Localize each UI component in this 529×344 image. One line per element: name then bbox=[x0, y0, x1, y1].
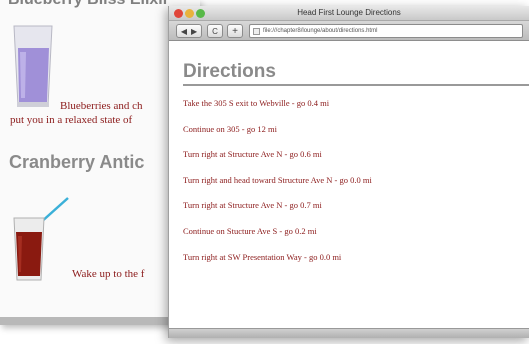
browser-toolbar: ◀ ▶ C + file:///chapter8/lounge/about/di… bbox=[169, 21, 529, 41]
back-forward-buttons[interactable]: ◀ ▶ bbox=[176, 24, 202, 38]
page-file-icon bbox=[253, 28, 260, 35]
cranberry-heading: Cranberry Antic bbox=[9, 152, 145, 172]
status-bar bbox=[169, 328, 529, 338]
cranberry-description: Wake up to the f bbox=[72, 268, 145, 280]
cranberry-drink-image bbox=[13, 197, 69, 281]
blueberry-drink-image bbox=[13, 25, 53, 107]
reload-button[interactable]: C bbox=[207, 24, 223, 38]
add-bookmark-button[interactable]: + bbox=[227, 24, 243, 38]
direction-step: Take the 305 S exit to Webville - go 0.4… bbox=[183, 98, 330, 108]
directions-list: Take the 305 S exit to Webville - go 0.4… bbox=[183, 98, 529, 277]
window-title: Head First Lounge Directions bbox=[297, 8, 401, 17]
back-arrow-icon[interactable]: ◀ bbox=[181, 27, 187, 36]
page-title: Directions bbox=[183, 61, 529, 86]
address-bar[interactable]: file:///chapter8/lounge/about/directions… bbox=[249, 24, 523, 38]
direction-step: Turn right and head toward Structure Ave… bbox=[183, 174, 372, 185]
direction-step: Continue on 305 - go 12 mi bbox=[183, 123, 277, 134]
blueberry-description-line2: put you in a relaxed state of bbox=[10, 114, 133, 126]
blueberry-description-line1: Blueberries and ch bbox=[60, 100, 143, 112]
address-url: file:///chapter8/lounge/about/directions… bbox=[263, 28, 378, 34]
title-bar[interactable]: Head First Lounge Directions bbox=[169, 6, 529, 21]
direction-step: Continue on Stucture Ave S - go 0.2 mi bbox=[183, 225, 317, 236]
forward-arrow-icon[interactable]: ▶ bbox=[191, 27, 197, 36]
page-content: Directions Take the 305 S exit to Webvil… bbox=[169, 61, 529, 277]
direction-step: Turn right at Structure Ave N - go 0.6 m… bbox=[183, 149, 322, 160]
directions-browser-window[interactable]: Head First Lounge Directions ◀ ▶ C + fil… bbox=[168, 6, 529, 338]
direction-step: Turn right at SW Presentation Way - go 0… bbox=[183, 251, 342, 262]
blueberry-heading: Blueberry Bliss Elixir bbox=[8, 0, 169, 9]
direction-step: Turn right at Structure Ave N - go 0.7 m… bbox=[183, 200, 322, 211]
